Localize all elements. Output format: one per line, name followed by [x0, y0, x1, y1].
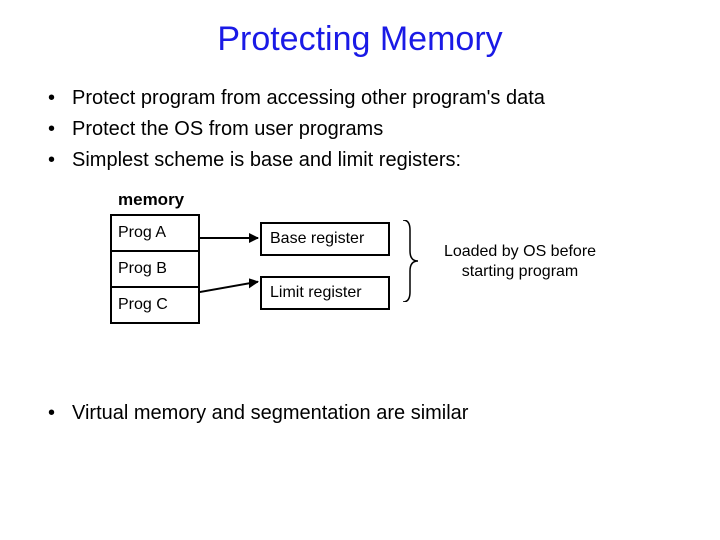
slide: Protecting Memory Protect program from a… [0, 0, 720, 540]
memory-block: Prog A Prog B Prog C [110, 214, 200, 324]
memory-cell-a: Prog A [112, 216, 198, 252]
base-register-box: Base register [260, 222, 390, 256]
bullet-list-top: Protect program from accessing other pro… [48, 83, 720, 176]
page-title: Protecting Memory [0, 0, 720, 59]
arrow-to-base [200, 237, 258, 239]
brace-icon [400, 220, 420, 302]
loaded-by-os-text: Loaded by OS before starting program [430, 242, 610, 282]
arrow-to-limit [200, 281, 258, 293]
limit-register-box: Limit register [260, 276, 390, 310]
bullet-item: Protect the OS from user programs [48, 114, 720, 145]
memory-label: memory [118, 190, 184, 210]
memory-diagram: memory Prog A Prog B Prog C Base registe… [110, 190, 720, 370]
memory-cell-c: Prog C [112, 288, 198, 322]
bullet-item: Virtual memory and segmentation are simi… [48, 398, 720, 429]
bullet-item: Simplest scheme is base and limit regist… [48, 145, 720, 176]
bullet-item: Protect program from accessing other pro… [48, 83, 720, 114]
memory-cell-b: Prog B [112, 252, 198, 288]
bullet-list-bottom: Virtual memory and segmentation are simi… [48, 398, 720, 429]
